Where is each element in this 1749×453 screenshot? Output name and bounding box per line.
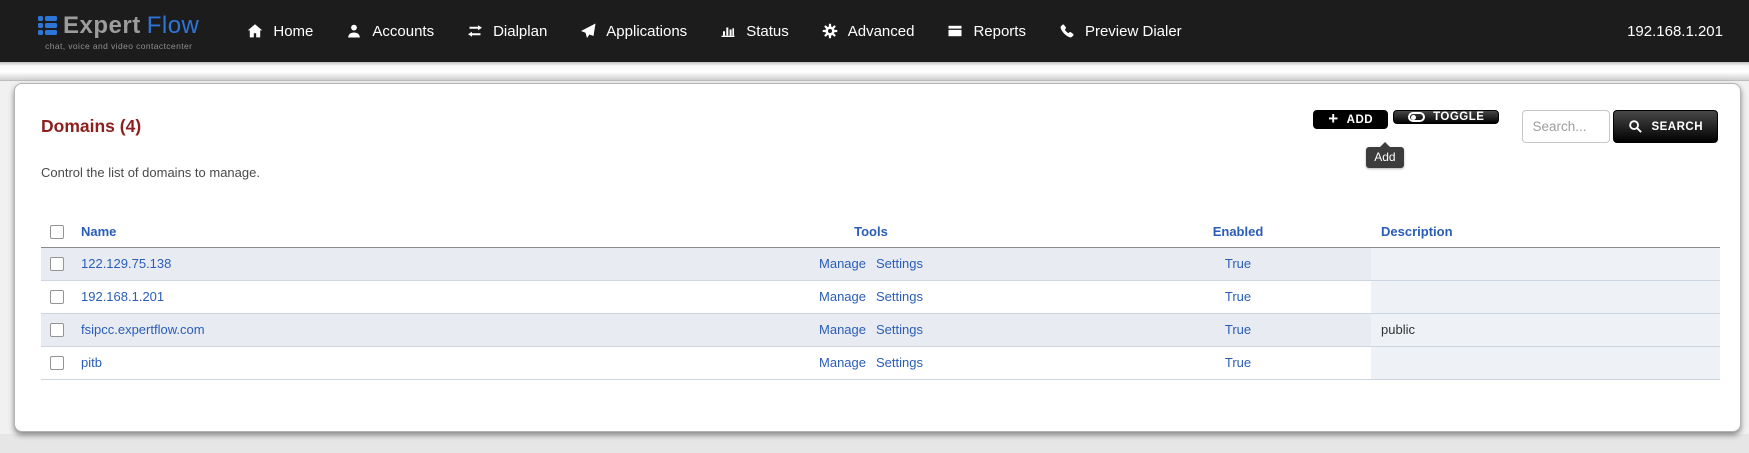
footer-band (0, 434, 1749, 453)
toggle-button[interactable]: TOGGLE (1393, 110, 1499, 124)
nav-item-label: Advanced (848, 23, 915, 40)
domain-name-link[interactable]: 192.168.1.201 (81, 289, 164, 304)
nav-item-label: Reports (973, 23, 1026, 40)
nav-item-label: Accounts (372, 23, 434, 40)
nav-item-reports[interactable]: Reports (947, 23, 1026, 40)
settings-link[interactable]: Settings (876, 289, 923, 304)
table-row: 122.129.75.138 Manage Settings True (41, 247, 1720, 280)
nav-item-dialplan[interactable]: Dialplan (467, 23, 547, 40)
search-icon (1628, 119, 1643, 134)
main-nav: Home Accounts Dialplan Applications Stat… (247, 23, 1181, 40)
description-value: public (1371, 313, 1720, 346)
brand-logo[interactable]: ExpertFlow chat, voice and video contact… (38, 12, 199, 51)
nav-item-preview-dialer[interactable]: Preview Dialer (1059, 23, 1182, 40)
domains-table: Name Tools Enabled Description 122.129.7… (41, 217, 1720, 380)
table-header-row: Name Tools Enabled Description (41, 217, 1720, 247)
search-button-label: SEARCH (1651, 121, 1703, 133)
phone-icon (1059, 23, 1075, 39)
exchange-icon (467, 23, 483, 39)
nav-item-home[interactable]: Home (247, 23, 313, 40)
home-icon (247, 23, 263, 39)
table-row: fsipcc.expertflow.com Manage Settings Tru… (41, 313, 1720, 346)
description-value (1371, 346, 1720, 379)
select-all-checkbox[interactable] (50, 225, 64, 239)
main-area: Domains (4) + ADD Add TOGGLE (0, 81, 1749, 453)
bar-chart-icon (720, 23, 736, 39)
settings-link[interactable]: Settings (876, 355, 923, 370)
manage-link[interactable]: Manage (819, 355, 866, 370)
column-header-tools[interactable]: Tools (637, 217, 1105, 247)
column-header-name[interactable]: Name (76, 217, 637, 247)
enabled-value: True (1225, 322, 1251, 337)
table-row: 192.168.1.201 Manage Settings True (41, 280, 1720, 313)
brand-name-primary: Expert (63, 12, 141, 40)
server-address: 192.168.1.201 (1627, 23, 1723, 40)
search-input[interactable] (1522, 110, 1610, 143)
column-header-description[interactable]: Description (1371, 217, 1720, 247)
row-checkbox[interactable] (50, 356, 64, 370)
manage-link[interactable]: Manage (819, 322, 866, 337)
domains-card: Domains (4) + ADD Add TOGGLE (14, 83, 1741, 432)
column-header-enabled[interactable]: Enabled (1105, 217, 1371, 247)
plus-icon: + (1328, 110, 1338, 127)
toggle-button-label: TOGGLE (1433, 111, 1484, 123)
domain-name-link[interactable]: pitb (81, 355, 102, 370)
add-button-label: ADD (1347, 114, 1373, 126)
expertflow-logo-icon (38, 16, 57, 35)
add-button[interactable]: + ADD (1313, 110, 1388, 129)
card-header: Domains (4) + ADD Add TOGGLE (41, 110, 1718, 143)
nav-item-label: Status (746, 23, 789, 40)
description-value (1371, 280, 1720, 313)
nav-item-accounts[interactable]: Accounts (346, 23, 434, 40)
row-checkbox[interactable] (50, 323, 64, 337)
page-title: Domains (4) (41, 116, 141, 137)
nav-item-status[interactable]: Status (720, 23, 789, 40)
user-icon (346, 23, 362, 39)
nav-item-label: Preview Dialer (1085, 23, 1182, 40)
nav-item-advanced[interactable]: Advanced (822, 23, 915, 40)
top-nav-bar: ExpertFlow chat, voice and video contact… (0, 0, 1749, 62)
nav-item-applications[interactable]: Applications (580, 23, 687, 40)
brand-name-secondary: Flow (147, 12, 200, 40)
row-checkbox[interactable] (50, 290, 64, 304)
manage-link[interactable]: Manage (819, 256, 866, 271)
nav-item-label: Dialplan (493, 23, 547, 40)
enabled-value: True (1225, 256, 1251, 271)
settings-link[interactable]: Settings (876, 256, 923, 271)
window-icon (947, 23, 963, 39)
gear-icon (822, 23, 838, 39)
settings-link[interactable]: Settings (876, 322, 923, 337)
add-tooltip: Add (1366, 147, 1403, 168)
search-button[interactable]: SEARCH (1613, 110, 1718, 143)
table-row: pitb Manage Settings True (41, 346, 1720, 379)
paper-plane-icon (580, 23, 596, 39)
nav-item-label: Applications (606, 23, 687, 40)
domain-name-link[interactable]: 122.129.75.138 (81, 256, 171, 271)
row-checkbox[interactable] (50, 257, 64, 271)
nav-shade-strip (0, 62, 1749, 81)
enabled-value: True (1225, 355, 1251, 370)
nav-item-label: Home (273, 23, 313, 40)
manage-link[interactable]: Manage (819, 289, 866, 304)
page-subtitle: Control the list of domains to manage. (41, 165, 1718, 180)
toggle-icon (1408, 112, 1425, 122)
enabled-value: True (1225, 289, 1251, 304)
brand-tagline: chat, voice and video contactcenter (45, 41, 192, 51)
toolbar: + ADD Add TOGGLE SEARCH (1313, 110, 1718, 143)
description-value (1371, 247, 1720, 280)
domain-name-link[interactable]: fsipcc.expertflow.com (81, 322, 205, 337)
